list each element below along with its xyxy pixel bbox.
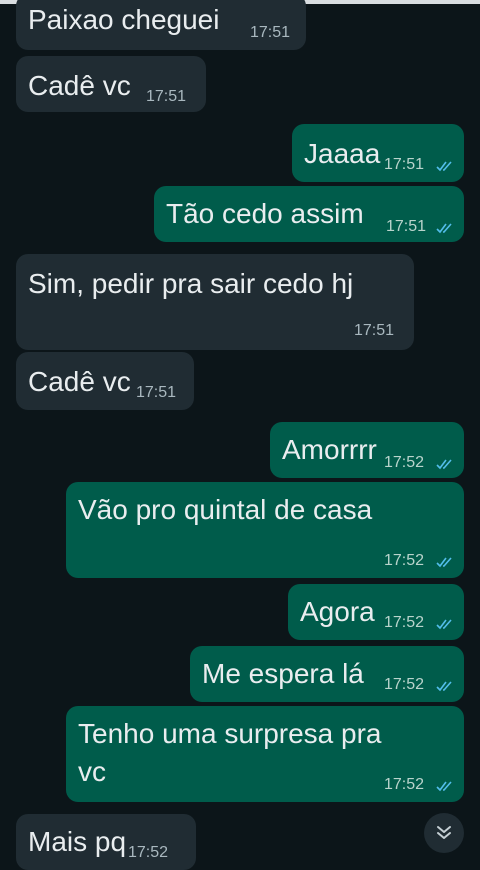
message-text: Jaaaa [304, 138, 381, 169]
message-outgoing[interactable]: Agora 17:52 [288, 584, 464, 640]
message-incoming[interactable]: Paixao cheguei 17:51 [16, 0, 306, 50]
message-incoming[interactable]: Mais pq 17:52 [16, 814, 196, 870]
message-time: 17:52 [384, 776, 425, 793]
double-check-icon [436, 619, 452, 630]
message-incoming[interactable]: Cadê vc 17:51 [16, 352, 194, 410]
message-text: Paixao cheguei [28, 4, 220, 35]
message-time: 17:51 [146, 88, 187, 105]
double-check-icon [436, 161, 452, 172]
message-text: Cadê vc [28, 70, 131, 101]
message-incoming[interactable]: Cadê vc 17:51 [16, 56, 206, 112]
message-text: Vão pro quintal de casa [78, 494, 373, 525]
message-outgoing[interactable]: Tenho uma surpresa pra vc 17:52 [66, 706, 464, 802]
message-time: 17:52 [384, 676, 425, 693]
double-check-icon [436, 557, 452, 568]
double-check-icon [436, 681, 452, 692]
message-time: 17:52 [384, 552, 425, 569]
message-text: Mais pq [28, 826, 127, 857]
message-time: 17:51 [386, 218, 427, 235]
message-outgoing[interactable]: Vão pro quintal de casa 17:52 [66, 482, 464, 578]
message-time: 17:52 [384, 454, 425, 471]
message-text: Tão cedo assim [166, 198, 364, 229]
double-check-icon [436, 459, 452, 470]
message-outgoing[interactable]: Me espera lá 17:52 [190, 646, 464, 702]
message-outgoing[interactable]: Amorrrr 17:52 [270, 422, 464, 478]
message-time: 17:52 [128, 844, 169, 861]
message-outgoing[interactable]: Tão cedo assim 17:51 [154, 186, 464, 242]
message-outgoing[interactable]: Jaaaa 17:51 [292, 124, 464, 182]
message-text-line-1: Tenho uma surpresa pra [78, 718, 382, 749]
message-text: Me espera lá [202, 658, 364, 689]
message-text-line-2: vc [78, 756, 106, 787]
message-time: 17:51 [354, 322, 395, 339]
message-incoming[interactable]: Sim, pedir pra sair cedo hj 17:51 [16, 254, 414, 350]
message-text: Sim, pedir pra sair cedo hj [28, 268, 354, 299]
message-time: 17:52 [384, 614, 425, 631]
chevron-double-down-icon [437, 826, 451, 839]
message-text: Agora [300, 596, 375, 627]
double-check-icon [436, 781, 452, 792]
message-text: Cadê vc [28, 366, 131, 397]
message-time: 17:51 [136, 384, 177, 401]
message-text: Amorrrr [282, 434, 377, 465]
message-time: 17:51 [384, 156, 425, 173]
message-time: 17:51 [250, 24, 291, 41]
scroll-to-bottom-button[interactable] [424, 813, 464, 853]
double-check-icon [436, 223, 452, 234]
